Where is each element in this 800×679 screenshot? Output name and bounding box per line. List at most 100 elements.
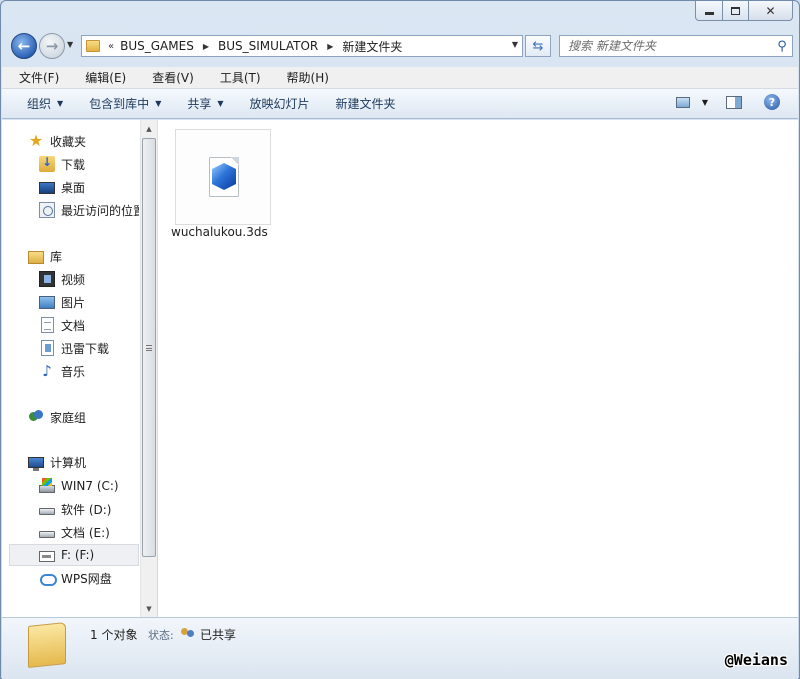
scroll-down-icon[interactable]: ▼ [141, 600, 157, 617]
navigation-tree: ★ 收藏夹 下载 桌面 最近访问的位置 库 视频 图片 文档 迅雷下载 ♪ 音乐 家… [2, 120, 139, 617]
hard-drive-icon [39, 508, 55, 515]
grip-icon [146, 344, 152, 351]
nav-item-documents[interactable]: 文档 [39, 314, 85, 336]
nav-item-videos[interactable]: 视频 [39, 268, 85, 290]
caption-buttons: ✕ [695, 1, 793, 21]
menu-view[interactable]: 查看(V) [134, 69, 202, 86]
downloads-folder-icon [39, 155, 55, 172]
new-folder-button[interactable]: 新建文件夹 [323, 95, 409, 112]
nav-item-label: 下载 [61, 157, 86, 172]
organize-button[interactable]: 组织 ▼ [2, 95, 76, 112]
nav-item-label: 文档 (E:) [61, 525, 110, 540]
back-button[interactable]: ← [11, 33, 37, 59]
nav-item-label: WIN7 (C:) [61, 479, 119, 493]
menu-tools[interactable]: 工具(T) [202, 69, 269, 86]
scroll-up-icon[interactable]: ▲ [141, 120, 157, 137]
folder-icon [28, 622, 66, 668]
desktop-icon [39, 182, 55, 194]
nav-item-label: 迅雷下载 [61, 341, 110, 356]
command-bar: 组织 ▼ 包含到库中 ▼ 共享 ▼ 放映幻灯片 新建文件夹 ▼ ? [2, 89, 798, 119]
menu-file[interactable]: 文件(F) [2, 69, 67, 86]
file-list[interactable]: wuchalukou.3ds [158, 120, 798, 617]
nav-item-drive-c[interactable]: WIN7 (C:) [39, 475, 119, 497]
chevron-down-icon: ▼ [217, 99, 224, 108]
address-bar[interactable]: « BUS_GAMES ▶ BUS_SIMULATOR ▶ 新建文件夹 ▼ [81, 35, 523, 57]
chevron-down-icon: ▼ [67, 40, 74, 49]
organize-label: 组织 [27, 97, 52, 111]
nav-item-recent[interactable]: 最近访问的位置 [39, 199, 139, 221]
status-value: 已共享 [200, 628, 237, 642]
shared-users-icon [180, 626, 196, 640]
nav-item-label: 收藏夹 [50, 134, 87, 149]
nav-item-homegroup[interactable]: 家庭组 [28, 406, 86, 428]
folder-icon [86, 40, 100, 52]
menu-help[interactable]: 帮助(H) [269, 69, 337, 86]
preview-pane-icon[interactable] [726, 95, 742, 109]
navigation-pane: ★ 收藏夹 下载 桌面 最近访问的位置 库 视频 图片 文档 迅雷下载 ♪ 音乐 家… [2, 120, 157, 617]
maximize-button[interactable] [723, 1, 749, 21]
system-drive-icon [39, 478, 55, 493]
hard-drive-icon [39, 531, 55, 538]
nav-item-label: 桌面 [61, 180, 86, 195]
file-item[interactable] [175, 129, 271, 225]
nav-item-label: 计算机 [50, 455, 87, 470]
homegroup-icon [28, 409, 44, 425]
scrollbar-thumb[interactable] [142, 138, 156, 557]
search-box[interactable]: ⚲ [559, 35, 793, 57]
watermark: @Weians [724, 651, 788, 669]
item-count: 1 个对象 [90, 628, 138, 642]
breadcrumb-bus-simulator[interactable]: BUS_SIMULATOR [218, 39, 318, 53]
slideshow-button[interactable]: 放映幻灯片 [237, 95, 323, 112]
address-dropdown[interactable]: ▼ [512, 40, 518, 49]
search-input[interactable] [560, 39, 772, 53]
nav-item-label: 家庭组 [50, 410, 87, 425]
status-label: 状态: [148, 629, 174, 642]
navigation-scrollbar[interactable]: ▲ ▼ [140, 120, 157, 617]
nav-item-music[interactable]: ♪ 音乐 [39, 360, 85, 382]
nav-item-label: 软件 (D:) [61, 502, 112, 517]
chevron-down-icon[interactable]: ▼ [702, 98, 708, 107]
help-icon[interactable]: ? [764, 94, 780, 110]
nav-item-downloads[interactable]: 下载 [39, 153, 85, 175]
computer-icon [28, 457, 44, 471]
search-icon[interactable]: ⚲ [772, 39, 792, 54]
nav-item-wps[interactable]: WPS网盘 [39, 567, 112, 589]
include-in-library-button[interactable]: 包含到库中 ▼ [76, 95, 174, 112]
details-pane: 1 个对象 状态: 已共享 @Weians [2, 617, 798, 679]
nav-item-drive-d[interactable]: 软件 (D:) [39, 498, 111, 520]
nav-item-libraries[interactable]: 库 [28, 245, 62, 267]
refresh-icon: ⇆ [532, 38, 544, 54]
nav-item-desktop[interactable]: 桌面 [39, 176, 85, 198]
menu-edit[interactable]: 编辑(E) [67, 69, 134, 86]
breadcrumb-bus-games[interactable]: BUS_GAMES [120, 39, 194, 53]
nav-item-favorites[interactable]: ★ 收藏夹 [28, 130, 86, 152]
cloud-icon [39, 570, 57, 586]
include-in-library-label: 包含到库中 [89, 97, 150, 111]
nav-item-label: F: (F:) [61, 548, 95, 562]
minimize-button[interactable] [695, 1, 723, 21]
nav-item-pictures[interactable]: 图片 [39, 291, 85, 313]
view-controls: ▼ ? [675, 94, 780, 110]
file-name[interactable]: wuchalukou.3ds [171, 225, 301, 239]
close-button[interactable]: ✕ [749, 1, 793, 21]
change-view-icon[interactable] [675, 96, 690, 108]
minimize-icon [704, 12, 714, 15]
thunder-download-icon [41, 340, 54, 356]
nav-item-label: WPS网盘 [61, 571, 112, 586]
forward-button[interactable]: → [39, 33, 65, 59]
nav-item-thunder[interactable]: 迅雷下载 [39, 337, 109, 359]
nav-item-label: 库 [50, 249, 63, 264]
nav-item-drive-e[interactable]: 文档 (E:) [39, 521, 110, 543]
recent-pages-dropdown[interactable]: ▼ [67, 40, 73, 49]
chevron-right-icon[interactable]: ▶ [203, 42, 209, 51]
nav-item-computer[interactable]: 计算机 [28, 451, 86, 473]
share-button[interactable]: 共享 ▼ [174, 95, 236, 112]
breadcrumb-overflow[interactable]: « [108, 41, 114, 52]
star-icon: ★ [28, 131, 44, 150]
chevron-right-icon[interactable]: ▶ [327, 42, 333, 51]
nav-item-drive-f[interactable]: F: (F:) [9, 544, 139, 566]
breadcrumb-new-folder[interactable]: 新建文件夹 [342, 38, 402, 55]
explorer-window: ✕ ← → ▼ « BUS_GAMES ▶ BUS_SIMULATOR ▶ 新建… [0, 0, 800, 679]
refresh-button[interactable]: ⇆ [525, 35, 551, 57]
arrow-right-icon: → [45, 37, 59, 55]
